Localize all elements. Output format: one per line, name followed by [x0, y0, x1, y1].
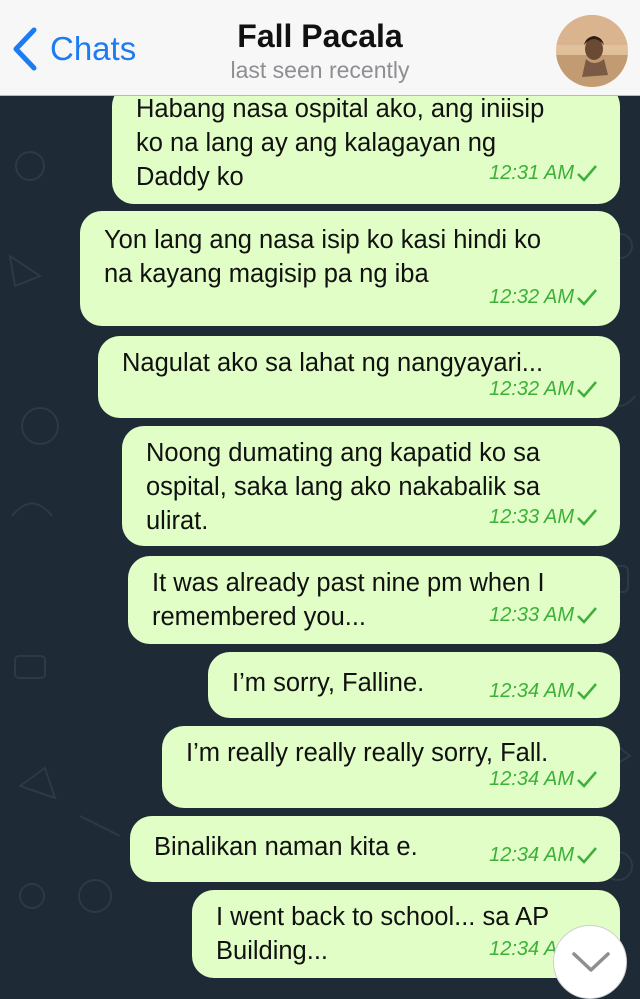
last-seen-status: last seen recently: [230, 57, 410, 83]
message-time: 12:34 AM: [489, 844, 574, 866]
message-bubble[interactable]: Nagulat ako sa lahat ng nangyayari... 12…: [98, 336, 620, 418]
checkmark-icon: [577, 381, 597, 398]
message-text: Binalikan naman kita e.: [154, 833, 418, 861]
message-text: I’m sorry, Falline.: [232, 669, 425, 697]
message-time: 12:34 AM: [489, 768, 574, 790]
checkmark-icon: [577, 683, 597, 700]
checkmark-icon: [577, 165, 597, 182]
contact-name[interactable]: Fall Pacala: [0, 18, 640, 55]
message-text: Noong dumating ang kapatid ko sa ospital…: [146, 439, 541, 535]
message-bubble[interactable]: I’m really really really sorry, Fall. 12…: [162, 726, 620, 808]
message-time: 12:34 AM: [489, 680, 574, 702]
message-text: Habang nasa ospital ako, ang iniisip ko …: [136, 96, 545, 191]
message-meta: 12:33 AM: [489, 598, 598, 632]
message-bubble[interactable]: Habang nasa ospital ako, ang iniisip ko …: [112, 96, 620, 204]
message-text: Yon lang ang nasa isip ko kasi hindi ko …: [104, 226, 542, 288]
chat-background: Habang nasa ospital ako, ang iniisip ko …: [0, 96, 640, 983]
message-bubble[interactable]: Yon lang ang nasa isip ko kasi hindi ko …: [80, 211, 620, 326]
message-meta: 12:34 AM: [489, 838, 598, 872]
message-time: 12:32 AM: [489, 286, 574, 308]
message-bubble[interactable]: I’m sorry, Falline. 12:34 AM: [208, 652, 620, 718]
message-time: 12:33 AM: [489, 604, 574, 626]
message-bubble[interactable]: It was already past nine pm when I remem…: [128, 556, 620, 644]
avatar[interactable]: [556, 15, 628, 87]
message-text: Nagulat ako sa lahat ng nangyayari...: [122, 349, 544, 377]
message-meta: 12:31 AM: [489, 156, 598, 190]
message-meta: 12:33 AM: [489, 500, 598, 534]
message-meta: 12:34 AM: [489, 674, 598, 708]
checkmark-icon: [577, 607, 597, 624]
message-time: 12:31 AM: [489, 162, 574, 184]
message-meta: 12:32 AM: [489, 372, 598, 406]
checkmark-icon: [577, 847, 597, 864]
message-bubble[interactable]: Binalikan naman kita e. 12:34 AM: [130, 816, 620, 882]
chat-header: Chats Fall Pacala last seen recently: [0, 0, 640, 96]
checkmark-icon: [577, 771, 597, 788]
checkmark-icon: [577, 509, 597, 526]
message-time: 12:32 AM: [489, 378, 574, 400]
message-time: 12:33 AM: [489, 506, 574, 528]
message-text: It was already past nine pm when I remem…: [152, 569, 545, 631]
scroll-to-bottom-button[interactable]: [553, 925, 627, 999]
message-meta: 12:34 AM: [489, 762, 598, 796]
checkmark-icon: [577, 289, 597, 306]
message-meta: 12:32 AM: [489, 280, 598, 314]
chevron-down-icon: [572, 952, 610, 972]
message-bubble[interactable]: Noong dumating ang kapatid ko sa ospital…: [122, 426, 620, 546]
